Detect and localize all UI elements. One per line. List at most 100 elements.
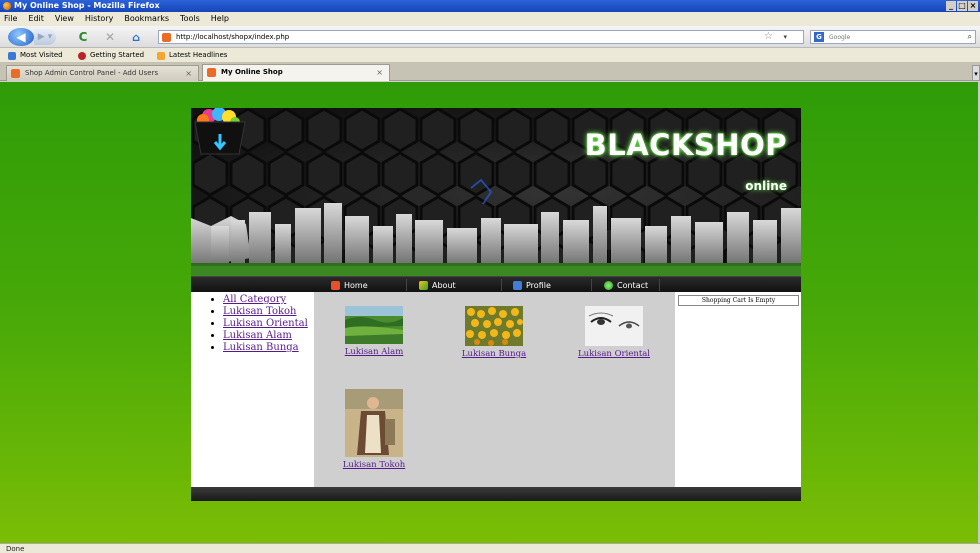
site-favicon-icon — [162, 33, 171, 42]
category-item: Lukisan Bunga — [223, 342, 314, 354]
search-icon[interactable]: ⌕ — [968, 31, 972, 43]
menu-history[interactable]: History — [85, 12, 113, 26]
menu-tools[interactable]: Tools — [180, 12, 200, 26]
category-item: All Category — [223, 294, 314, 306]
menu-file[interactable]: File — [4, 12, 17, 26]
product-link-bunga[interactable]: Lukisan Bunga — [439, 349, 549, 359]
home-icon — [331, 280, 340, 290]
bookmark-most-visited[interactable]: Most Visited — [8, 48, 63, 63]
site-banner: BLACKSHOP online — [191, 108, 801, 276]
tab-admin-panel[interactable]: Shop Admin Control Panel - Add Users × — [6, 65, 199, 81]
product-link-oriental[interactable]: Lukisan Oriental — [559, 349, 669, 359]
reload-icon[interactable]: C — [75, 29, 91, 45]
tab-strip: Shop Admin Control Panel - Add Users × M… — [0, 63, 980, 81]
tab-label: Shop Admin Control Panel - Add Users — [25, 69, 159, 77]
window-titlebar: My Online Shop - Mozilla Firefox _ □ × — [0, 0, 980, 12]
product-link-alam[interactable]: Lukisan Alam — [319, 347, 429, 357]
firefox-icon — [3, 2, 11, 10]
product-thumbnail-flowers[interactable] — [465, 306, 523, 346]
stop-icon[interactable]: ✕ — [102, 29, 118, 45]
category-link-bunga[interactable]: Lukisan Bunga — [223, 342, 299, 353]
product-thumbnail-eyes[interactable] — [585, 306, 643, 346]
shopping-cart-status: Shopping Cart Is Empty — [678, 295, 799, 306]
url-bar[interactable]: http://localhost/shopx/index.php ☆ ▾ — [158, 30, 804, 44]
maximize-button[interactable]: □ — [957, 1, 967, 11]
product-link-tokoh[interactable]: Lukisan Tokoh — [319, 460, 429, 470]
menu-help[interactable]: Help — [211, 12, 229, 26]
bookmark-label: Getting Started — [90, 51, 145, 59]
nav-contact-label: Contact — [617, 280, 649, 290]
contact-globe-icon — [604, 280, 613, 290]
bookmark-getting-started[interactable]: Getting Started — [78, 48, 144, 63]
nav-divider — [406, 279, 407, 291]
category-sidebar: All Category Lukisan Tokoh Lukisan Orien… — [191, 292, 314, 487]
search-placeholder: Google — [829, 34, 851, 41]
product-thumbnail-landscape[interactable] — [345, 306, 403, 344]
window-controls: _ □ × — [946, 1, 978, 11]
product-card-tokoh: Lukisan Tokoh — [319, 389, 429, 470]
bookmark-latest-headlines[interactable]: Latest Headlines — [157, 48, 227, 63]
site-main-nav: Home About Profile Contact — [191, 276, 801, 292]
tab-close-icon[interactable]: × — [185, 66, 192, 81]
tab-favicon-icon — [11, 69, 20, 78]
close-button[interactable]: × — [968, 1, 978, 11]
menu-edit[interactable]: Edit — [28, 12, 44, 26]
tab-my-online-shop[interactable]: My Online Shop × — [202, 64, 390, 81]
category-link-all[interactable]: All Category — [223, 294, 286, 305]
search-bar[interactable]: G Google ⌕ — [810, 30, 976, 44]
category-link-oriental[interactable]: Lukisan Oriental — [223, 318, 308, 329]
minimize-button[interactable]: _ — [946, 1, 956, 11]
nav-profile-label: Profile — [526, 280, 551, 290]
status-text: Done — [6, 545, 25, 553]
nav-divider — [501, 279, 502, 291]
nav-home[interactable]: Home — [331, 278, 368, 292]
forward-button[interactable]: ▶ ▾ — [34, 29, 56, 45]
menubar: File Edit View History Bookmarks Tools H… — [0, 12, 980, 26]
nav-divider — [659, 279, 660, 291]
page-viewport: BLACKSHOP online Home About Profile Cont… — [0, 82, 980, 543]
category-link-tokoh[interactable]: Lukisan Tokoh — [223, 306, 297, 317]
bookmark-label: Most Visited — [20, 51, 63, 59]
nav-divider — [591, 279, 592, 291]
bookmark-label: Latest Headlines — [169, 51, 228, 59]
product-card-oriental: Lukisan Oriental — [559, 306, 669, 359]
nav-about[interactable]: About — [419, 278, 456, 292]
category-item: Lukisan Oriental — [223, 318, 314, 330]
google-engine-icon[interactable]: G — [814, 32, 824, 42]
shopping-cart-logo-icon — [194, 108, 246, 155]
brand-logo-text: BLACKSHOP — [584, 128, 787, 162]
tab-close-icon[interactable]: × — [376, 65, 383, 80]
nav-profile[interactable]: Profile — [513, 278, 551, 292]
main-content: All Category Lukisan Tokoh Lukisan Orien… — [191, 292, 801, 487]
product-card-bunga: Lukisan Bunga — [439, 306, 549, 359]
profile-chat-icon — [513, 280, 522, 290]
category-list: All Category Lukisan Tokoh Lukisan Orien… — [207, 294, 314, 354]
bookmarks-toolbar: Most Visited Getting Started Latest Head… — [0, 48, 980, 63]
firefox-bookmark-icon — [78, 51, 86, 60]
back-button[interactable]: ◀ — [8, 28, 34, 46]
url-dropdown-icon[interactable]: ▾ — [783, 31, 787, 43]
tab-list-button[interactable]: ▾ — [972, 65, 980, 81]
menu-bookmarks[interactable]: Bookmarks — [124, 12, 169, 26]
most-visited-icon — [8, 51, 16, 60]
category-link-alam[interactable]: Lukisan Alam — [223, 330, 292, 341]
category-item: Lukisan Alam — [223, 330, 314, 342]
navigation-toolbar: ◀ ▶ ▾ C ✕ ⌂ http://localhost/shopx/index… — [0, 26, 980, 48]
shop-container: BLACKSHOP online Home About Profile Cont… — [191, 108, 801, 501]
about-pencil-icon — [419, 280, 428, 290]
tab-favicon-icon — [207, 68, 216, 77]
tab-label: My Online Shop — [221, 68, 283, 76]
bookmark-star-icon[interactable]: ☆ — [764, 31, 773, 43]
url-text: http://localhost/shopx/index.php — [176, 33, 290, 41]
window-title: My Online Shop - Mozilla Firefox — [14, 1, 160, 10]
menu-view[interactable]: View — [55, 12, 74, 26]
status-bar: Done — [0, 543, 980, 553]
category-item: Lukisan Tokoh — [223, 306, 314, 318]
product-grid: Lukisan Alam Lukisan Bunga Lukisan Orien… — [314, 292, 675, 487]
nav-about-label: About — [432, 280, 456, 290]
site-footer — [191, 487, 801, 501]
home-icon[interactable]: ⌂ — [128, 29, 144, 45]
rss-feed-icon — [157, 51, 165, 60]
nav-contact[interactable]: Contact — [604, 278, 648, 292]
product-thumbnail-portrait[interactable] — [345, 389, 403, 457]
